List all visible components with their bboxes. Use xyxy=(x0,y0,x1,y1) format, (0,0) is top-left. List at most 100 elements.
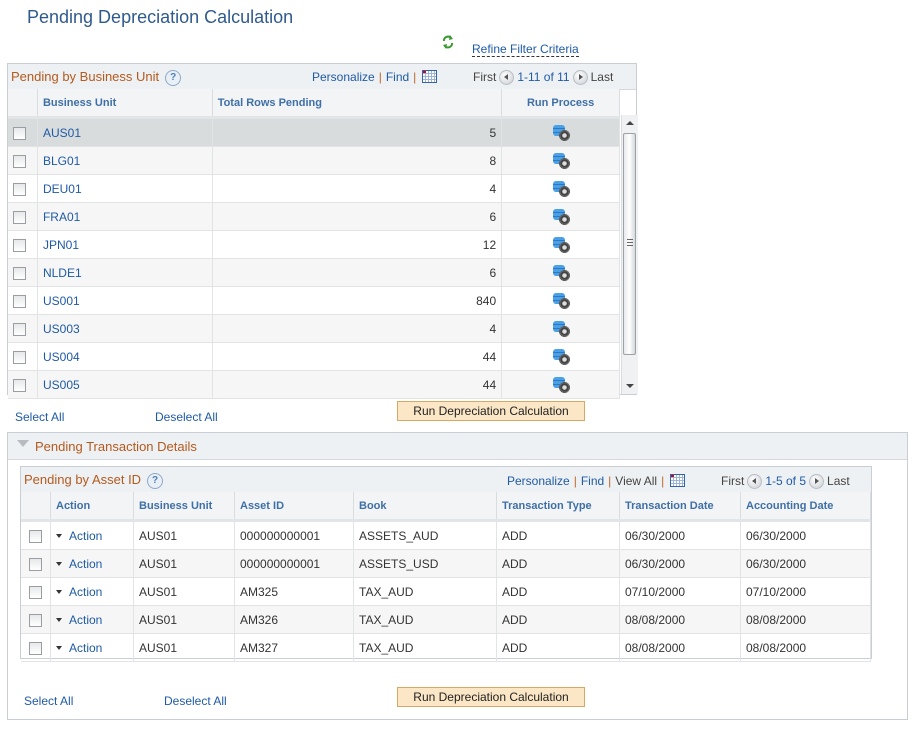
row-checkbox[interactable] xyxy=(29,557,42,571)
vertical-scrollbar[interactable] xyxy=(621,115,638,394)
find-link[interactable]: Find xyxy=(386,70,409,84)
last-link[interactable]: Last xyxy=(827,474,850,488)
caret-down-icon[interactable] xyxy=(56,534,62,539)
select-all-link[interactable]: Select All xyxy=(24,694,73,708)
table-row[interactable]: BLG01 8 xyxy=(8,146,620,175)
table-row[interactable]: US003 4 xyxy=(8,314,620,343)
business-unit-link[interactable]: BLG01 xyxy=(43,154,80,168)
first-link[interactable]: First xyxy=(473,70,496,84)
previous-icon[interactable] xyxy=(499,70,515,86)
collapse-icon[interactable] xyxy=(17,440,29,447)
row-checkbox[interactable] xyxy=(13,266,26,280)
column-header[interactable]: Asset ID xyxy=(234,492,354,522)
row-checkbox[interactable] xyxy=(29,529,42,543)
column-header[interactable]: Total Rows Pending xyxy=(212,89,503,119)
run-depreciation-calculation-button[interactable]: Run Depreciation Calculation xyxy=(397,687,585,707)
row-checkbox[interactable] xyxy=(13,322,26,336)
select-all-link[interactable]: Select All xyxy=(15,410,64,424)
table-row[interactable]: FRA01 6 xyxy=(8,202,620,231)
business-unit-link[interactable]: US005 xyxy=(43,378,80,392)
caret-down-icon[interactable] xyxy=(56,590,62,595)
action-menu-link[interactable]: Action xyxy=(69,613,102,627)
run-process-icon[interactable] xyxy=(552,208,570,225)
deselect-all-link[interactable]: Deselect All xyxy=(164,694,227,708)
run-process-icon[interactable] xyxy=(552,152,570,169)
business-unit-link[interactable]: NLDE1 xyxy=(43,266,82,280)
table-row[interactable]: Action AUS01 000000000001 ASSETS_AUD ADD 06/3… xyxy=(21,520,871,550)
download-spreadsheet-icon[interactable] xyxy=(670,474,686,487)
action-menu-link[interactable]: Action xyxy=(69,641,102,655)
first-link[interactable]: First xyxy=(721,474,744,488)
last-link[interactable]: Last xyxy=(591,70,614,84)
table-row[interactable]: JPN01 12 xyxy=(8,230,620,259)
business-unit-link[interactable]: US003 xyxy=(43,322,80,336)
run-process-icon[interactable] xyxy=(552,320,570,337)
action-menu-link[interactable]: Action xyxy=(69,585,102,599)
column-header[interactable]: Business Unit xyxy=(133,492,235,522)
action-menu-link[interactable]: Action xyxy=(69,557,102,571)
business-unit-link[interactable]: US001 xyxy=(43,294,80,308)
row-checkbox[interactable] xyxy=(13,350,26,364)
personalize-link[interactable]: Personalize xyxy=(312,70,375,84)
row-checkbox[interactable] xyxy=(13,154,26,168)
help-icon[interactable]: ? xyxy=(147,472,164,489)
scroll-thumb[interactable] xyxy=(623,133,636,355)
column-header[interactable]: Business Unit xyxy=(37,89,213,119)
help-icon[interactable]: ? xyxy=(165,69,182,86)
run-process-icon[interactable] xyxy=(552,124,570,141)
table-row[interactable]: Action AUS01 AM325 TAX_AUD ADD 07/10/2000 07/1… xyxy=(21,577,871,606)
personalize-link[interactable]: Personalize xyxy=(507,474,570,488)
view-all-link[interactable]: View All xyxy=(615,474,657,488)
business-unit-link[interactable]: JPN01 xyxy=(43,238,79,252)
scroll-up-icon[interactable] xyxy=(626,121,634,125)
section-title[interactable]: Pending Transaction Details xyxy=(35,439,197,454)
previous-icon[interactable] xyxy=(747,474,763,490)
action-menu-link[interactable]: Action xyxy=(69,529,102,543)
table-row[interactable]: AUS01 5 xyxy=(8,117,620,147)
scroll-down-icon[interactable] xyxy=(626,384,634,388)
business-unit-link[interactable]: DEU01 xyxy=(43,182,82,196)
column-header[interactable]: Transaction Type xyxy=(496,492,620,522)
table-row[interactable]: NLDE1 6 xyxy=(8,258,620,287)
run-process-icon[interactable] xyxy=(552,348,570,365)
table-row[interactable]: Action AUS01 AM327 TAX_AUD ADD 08/08/2000 08/0… xyxy=(21,633,871,662)
row-checkbox[interactable] xyxy=(29,613,42,627)
table-row[interactable]: DEU01 4 xyxy=(8,174,620,203)
row-checkbox[interactable] xyxy=(13,378,26,392)
caret-down-icon[interactable] xyxy=(56,562,62,567)
download-spreadsheet-icon[interactable] xyxy=(422,70,438,83)
caret-down-icon[interactable] xyxy=(56,646,62,651)
table-row[interactable]: Action AUS01 AM326 TAX_AUD ADD 08/08/2000 08/0… xyxy=(21,605,871,634)
section-header[interactable]: Pending Transaction Details xyxy=(8,433,907,460)
run-process-icon[interactable] xyxy=(552,292,570,309)
caret-down-icon[interactable] xyxy=(56,618,62,623)
run-process-icon[interactable] xyxy=(552,236,570,253)
row-checkbox[interactable] xyxy=(13,238,26,252)
run-process-icon[interactable] xyxy=(552,376,570,393)
column-header[interactable]: Book xyxy=(353,492,497,522)
table-row[interactable]: Action AUS01 000000000001 ASSETS_USD ADD 06/3… xyxy=(21,549,871,578)
row-checkbox[interactable] xyxy=(29,585,42,599)
row-checkbox[interactable] xyxy=(13,294,26,308)
row-checkbox[interactable] xyxy=(13,182,26,196)
table-row[interactable]: US004 44 xyxy=(8,342,620,371)
refine-filter-criteria-link[interactable]: Refine Filter Criteria xyxy=(472,42,579,57)
row-checkbox[interactable] xyxy=(13,210,26,224)
refresh-icon[interactable] xyxy=(441,35,455,49)
run-depreciation-calculation-button[interactable]: Run Depreciation Calculation xyxy=(397,401,585,421)
deselect-all-link[interactable]: Deselect All xyxy=(155,410,218,424)
table-row[interactable]: US005 44 xyxy=(8,370,620,399)
run-process-icon[interactable] xyxy=(552,180,570,197)
business-unit-link[interactable]: AUS01 xyxy=(43,126,81,140)
row-checkbox[interactable] xyxy=(29,641,42,655)
column-header[interactable]: Accounting Date xyxy=(740,492,871,522)
row-checkbox[interactable] xyxy=(13,126,26,140)
find-link[interactable]: Find xyxy=(581,474,604,488)
column-header[interactable]: Transaction Date xyxy=(619,492,741,522)
next-icon[interactable] xyxy=(572,70,588,86)
table-row[interactable]: US001 840 xyxy=(8,286,620,315)
run-process-icon[interactable] xyxy=(552,264,570,281)
business-unit-link[interactable]: FRA01 xyxy=(43,210,80,224)
business-unit-link[interactable]: US004 xyxy=(43,350,80,364)
next-icon[interactable] xyxy=(809,474,825,490)
